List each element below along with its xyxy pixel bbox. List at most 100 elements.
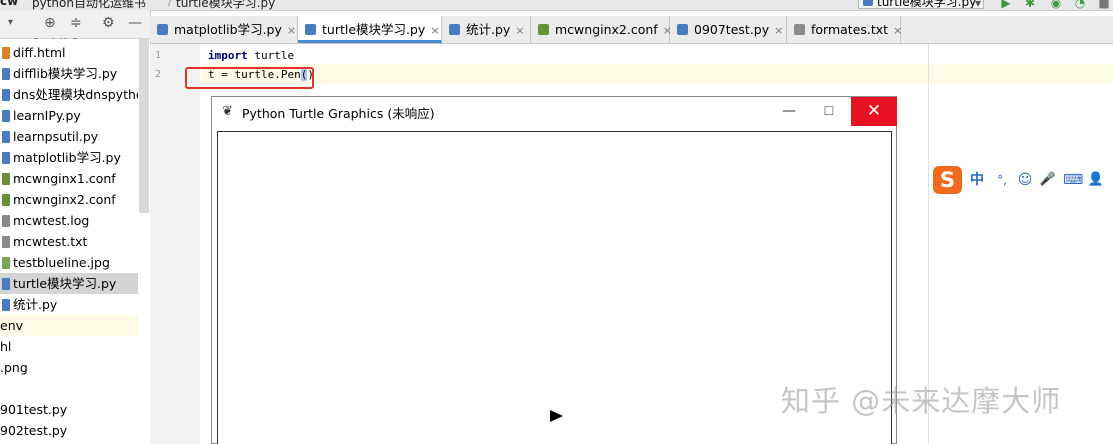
debug-icon[interactable]: ✱: [1024, 0, 1036, 9]
tab-label: formates.txt: [811, 22, 889, 37]
file-tree-item[interactable]: env: [0, 315, 138, 336]
file-type-icon: [538, 24, 549, 35]
close-tab-icon[interactable]: ×: [430, 24, 439, 37]
coverage-icon[interactable]: ◉: [1050, 0, 1062, 9]
stop-icon[interactable]: ■: [1098, 0, 1110, 9]
file-tree-item[interactable]: mcwnginx2.conf: [0, 189, 138, 210]
file-name: mcwtest.log: [13, 213, 90, 228]
editor-tab[interactable]: mcwnginx2.conf ×: [531, 16, 672, 43]
line-number: 2: [155, 69, 162, 80]
user-icon[interactable]: 👤: [1087, 171, 1105, 189]
file-tree-item[interactable]: [0, 378, 138, 399]
file-tree-item[interactable]: learnIPy.py: [0, 105, 138, 126]
file-tree-item[interactable]: mcwtest.txt: [0, 231, 138, 252]
ime-punctuation-toggle[interactable]: °,: [993, 171, 1011, 189]
sidebar-toolbar: ▾ ⊕ ≑ ⚙ —: [0, 10, 150, 39]
file-name: testblueline.jpg: [13, 255, 110, 270]
breadcrumb-file[interactable]: turtle模块学习.py: [176, 0, 275, 10]
file-name: 902test.py: [0, 423, 68, 438]
code-keyword: import: [208, 49, 248, 62]
editor-tab[interactable]: formates.txt ×: [787, 16, 902, 43]
code-text: turtle: [247, 49, 295, 62]
close-tab-icon[interactable]: ×: [515, 24, 524, 37]
line-number-gutter: [150, 44, 200, 444]
run-icon[interactable]: ▶: [1000, 0, 1012, 9]
file-tree-item[interactable]: diff.html: [0, 42, 138, 63]
file-tree-item[interactable]: mcwnginx1.conf: [0, 168, 138, 189]
sogou-logo-icon[interactable]: S: [933, 166, 962, 194]
file-tree-item[interactable]: testblueline.jpg: [0, 252, 138, 273]
file-type-icon: [794, 24, 805, 35]
file-name: bingtaj.jpg: [13, 38, 80, 39]
editor-tab[interactable]: 0907test.py ×: [670, 16, 787, 43]
editor-tab[interactable]: 统计.py ×: [442, 16, 531, 43]
maximize-button[interactable]: ☐: [818, 97, 840, 125]
file-name: dns处理模块dnspython.py: [13, 87, 138, 102]
tab-label: mcwnginx2.conf: [555, 22, 658, 37]
file-tree-item[interactable]: 901test.py: [0, 399, 138, 420]
close-tab-icon[interactable]: ×: [774, 24, 783, 37]
file-name: mcwnginx1.conf: [13, 171, 116, 186]
close-button[interactable]: ✕: [851, 97, 897, 126]
editor-tab[interactable]: turtle模块学习.py ×: [298, 16, 442, 43]
python-file-icon: [2, 278, 10, 290]
conf-file-icon: [2, 194, 10, 206]
run-configuration-dropdown[interactable]: turtle模块学习.py: [858, 0, 984, 9]
code-line[interactable]: import turtle: [208, 49, 294, 62]
chevron-down-icon[interactable]: ▾: [8, 17, 13, 28]
editor-tab[interactable]: matplotlib学习.py ×: [150, 16, 298, 43]
text-file-icon: [2, 215, 10, 227]
close-tab-icon[interactable]: ×: [287, 24, 296, 37]
file-name: matplotlib学习.py: [13, 150, 121, 165]
microphone-icon[interactable]: 🎤: [1039, 171, 1057, 189]
gear-icon[interactable]: ⚙: [102, 15, 115, 31]
file-name: mcwtest.txt: [13, 234, 88, 249]
python-file-icon: [2, 131, 10, 143]
python-file-icon: [2, 152, 10, 164]
minimize-button[interactable]: —: [778, 97, 800, 125]
ime-language-toggle[interactable]: 中: [968, 171, 986, 189]
editor-tab-bar: matplotlib学习.py × turtle模块学习.py × 统计.py × mcwn…: [150, 16, 1113, 44]
file-tree-item[interactable]: mcwtest.log: [0, 210, 138, 231]
collapse-all-icon[interactable]: ≑: [70, 15, 82, 31]
line-number: 1: [155, 50, 162, 61]
close-tab-icon[interactable]: ×: [893, 24, 902, 37]
hide-icon[interactable]: —: [128, 15, 142, 31]
file-tree-item[interactable]: 统计.py: [0, 294, 138, 315]
tab-label: matplotlib学习.py: [174, 22, 282, 37]
chevron-down-icon[interactable]: ▾: [972, 0, 984, 9]
file-tree-item[interactable]: learnpsutil.py: [0, 126, 138, 147]
file-type-icon: [305, 24, 316, 35]
file-tree-item[interactable]: hl: [0, 336, 138, 357]
file-tree-item[interactable]: difflib模块学习.py: [0, 63, 138, 84]
locate-icon[interactable]: ⊕: [44, 15, 56, 31]
file-tree-item[interactable]: .png: [0, 357, 138, 378]
file-name: mcwnginx2.conf: [13, 192, 116, 207]
file-name: hl: [0, 339, 12, 354]
file-tree-item[interactable]: turtle模块学习.py: [0, 273, 138, 294]
python-file-icon: [2, 110, 10, 122]
file-tree-item[interactable]: dns处理模块dnspython.py: [0, 84, 138, 105]
watermark: 知乎 @未来达摩大师: [781, 384, 1062, 418]
annotation-highlight-box: [185, 67, 314, 89]
file-name: 901test.py: [0, 402, 68, 417]
conf-file-icon: [2, 173, 10, 185]
file-tree-item[interactable]: matplotlib学习.py: [0, 147, 138, 168]
keyboard-icon[interactable]: ⌨: [1063, 171, 1083, 189]
tab-label: 0907test.py: [694, 22, 770, 37]
html-file-icon: [2, 47, 10, 59]
breadcrumb-root[interactable]: cw: [0, 0, 18, 8]
current-line-highlight: [201, 64, 1113, 84]
sidebar-scrollbar[interactable]: [139, 38, 149, 213]
file-name: learnpsutil.py: [13, 129, 99, 144]
top-navigation-bar: cw python自动化运维书 / turtle模块学习.py turtle模块…: [0, 0, 1113, 11]
profile-icon[interactable]: ◔: [1074, 0, 1086, 9]
python-file-icon: [2, 299, 10, 311]
file-name: difflib模块学习.py: [13, 66, 118, 81]
emoji-icon[interactable]: ☺: [1016, 171, 1034, 189]
run-config-label: turtle模块学习.py: [877, 0, 977, 9]
feather-icon: ❦: [222, 104, 233, 119]
file-name: learnIPy.py: [13, 108, 81, 123]
file-name: env: [0, 318, 24, 333]
file-tree-item[interactable]: 902test.py: [0, 420, 138, 441]
